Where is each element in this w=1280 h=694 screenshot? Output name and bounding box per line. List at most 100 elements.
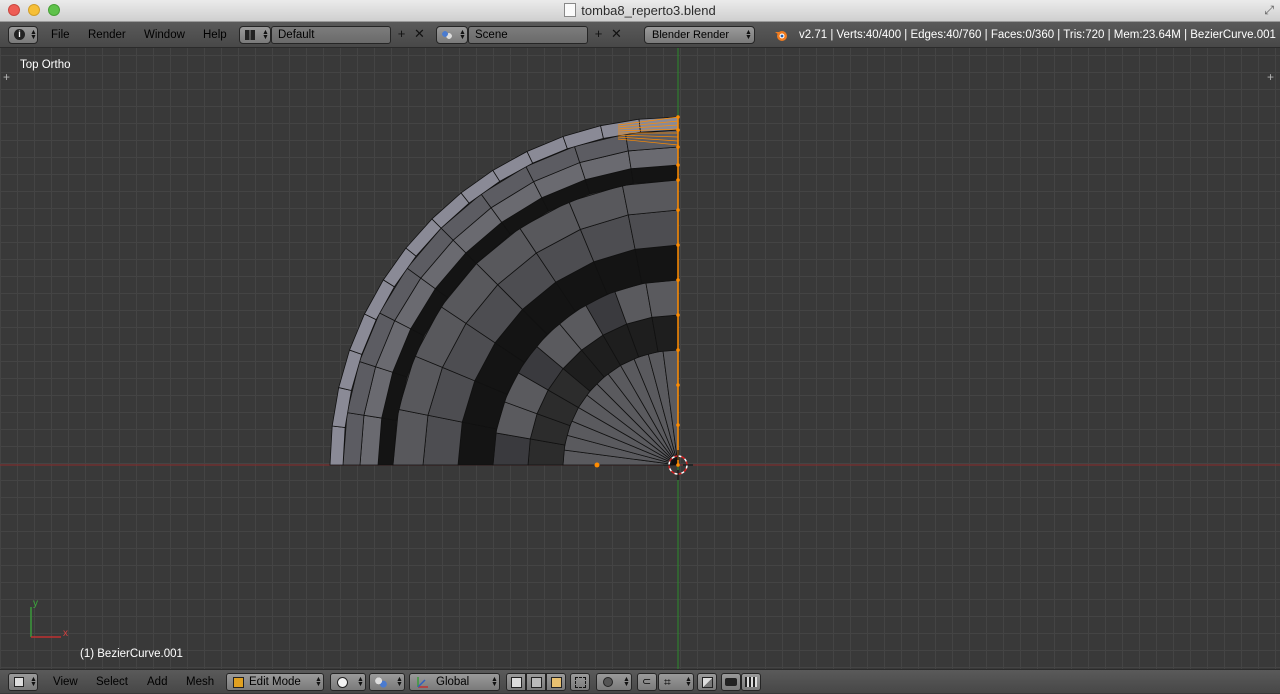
viewport-shading-dropdown[interactable]: ▲ ▼ [330, 673, 366, 691]
selected-vertex [676, 128, 680, 132]
cube-view-icon [14, 677, 24, 687]
snap-increment-icon: ⌗ [664, 675, 671, 689]
solid-shading-icon [337, 677, 348, 688]
active-object-label: (1) BezierCurve.001 [80, 648, 183, 660]
overlay-button[interactable] [697, 673, 717, 691]
render-opengl-animation-button[interactable] [741, 673, 761, 691]
blender-logo-icon [774, 28, 788, 42]
mesh-face [329, 425, 346, 466]
overlay-icon [702, 677, 713, 688]
chevron-updown-icon: ▲ ▼ [623, 676, 630, 688]
chevron-updown-icon: ▲ ▼ [30, 29, 37, 41]
menu-add[interactable]: Add [147, 676, 167, 688]
edge-select-icon [531, 677, 542, 688]
edit-mode-icon [233, 677, 244, 688]
delete-scene-icon[interactable]: ✕ [609, 27, 624, 42]
face-select-icon [551, 677, 562, 688]
menu-select[interactable]: Select [96, 676, 128, 688]
render-engine-dropdown[interactable]: Blender Render ▲ ▼ [644, 26, 755, 44]
chevron-updown-icon: ▲ ▼ [30, 676, 37, 688]
snap-element-dropdown[interactable]: ⌗ ▲ ▼ [658, 673, 694, 691]
axis-y-label: y [33, 598, 38, 609]
info-header: i ▲ ▼ File Render Window Help ▲ ▼ Default … [0, 22, 1280, 48]
axis-gizmo-icon: y x [30, 598, 68, 639]
axis-x-label: x [63, 628, 68, 639]
chevron-updown-icon: ▲ ▼ [459, 29, 466, 41]
scene-statistics: v2.71 | Verts:40/400 | Edges:40/760 | Fa… [799, 29, 1276, 41]
selected-vertex [676, 178, 680, 182]
3d-view-header: ▲ ▼ View Select Add Mesh Edit Mode ▲ ▼ ▲ ▼ … [0, 669, 1280, 693]
mesh-face [621, 179, 679, 216]
chevron-updown-icon: ▲ ▼ [357, 676, 364, 688]
manipulator-icon [416, 676, 429, 689]
proportional-editing-dropdown[interactable]: ▲ ▼ [596, 673, 632, 691]
chevron-updown-icon: ▲ ▼ [315, 676, 322, 688]
selected-vertex [676, 115, 680, 119]
mesh-face [627, 209, 679, 250]
screen-layout-browse-button[interactable]: ▲ ▼ [239, 26, 271, 44]
render-engine-label: Blender Render [652, 29, 730, 41]
selected-vertex [676, 423, 680, 427]
menu-window[interactable]: Window [144, 28, 185, 42]
mesh-face [457, 421, 497, 466]
menu-view[interactable]: View [53, 676, 78, 688]
add-screen-icon[interactable]: + [394, 27, 409, 42]
chevron-updown-icon: ▲ ▼ [491, 676, 498, 688]
mesh-face [634, 244, 679, 284]
selected-vertex [594, 462, 600, 468]
edge-select-button[interactable] [526, 673, 546, 691]
menu-help[interactable]: Help [203, 28, 227, 42]
scene-field[interactable]: Scene [468, 26, 588, 44]
screen-layout-field[interactable]: Default [271, 26, 391, 44]
chevron-updown-icon: ▲ ▼ [396, 676, 403, 688]
fullscreen-icon[interactable]: ⤢ [1264, 3, 1274, 18]
clapperboard-icon [745, 677, 757, 687]
selected-vertex [676, 313, 680, 317]
scene-icon [442, 30, 452, 40]
face-select-button[interactable] [546, 673, 566, 691]
camera-icon [725, 678, 737, 686]
add-scene-icon[interactable]: + [591, 27, 606, 42]
3d-viewport[interactable]: Top Ortho + + y x (1) BezierCurve.001 [0, 48, 1280, 669]
render-opengl-image-button[interactable] [721, 673, 741, 691]
magnet-icon: ⊂ [642, 676, 652, 688]
mesh-face [645, 279, 679, 318]
menu-file[interactable]: File [51, 28, 70, 42]
pivot-point-icon [375, 677, 387, 688]
selected-vertex [676, 348, 680, 352]
proportional-editing-icon [603, 677, 613, 687]
snap-toggle-button[interactable]: ⊂ [637, 673, 657, 691]
menu-mesh[interactable]: Mesh [186, 676, 214, 688]
mesh-face [392, 408, 429, 466]
window-title-bar: tomba8_reperto3.blend ⤢ [0, 0, 1280, 22]
limit-selection-button[interactable] [570, 673, 590, 691]
selected-vertex [676, 243, 680, 247]
viewport-canvas[interactable]: y x [0, 48, 1280, 669]
vertex-select-icon [511, 677, 522, 688]
selected-vertex [676, 145, 680, 149]
menu-render[interactable]: Render [88, 28, 126, 42]
chevron-updown-icon: ▲ ▼ [262, 29, 269, 41]
editor-type-button[interactable]: i ▲ ▼ [8, 26, 38, 44]
window-title: tomba8_reperto3.blend [581, 3, 716, 18]
limit-selection-icon [575, 677, 586, 688]
bezier-curve-mesh [329, 115, 680, 468]
interaction-mode-dropdown[interactable]: Edit Mode ▲ ▼ [226, 673, 324, 691]
chevron-updown-icon: ▲ ▼ [745, 29, 752, 41]
orientation-label: Global [436, 676, 470, 688]
vertex-select-button[interactable] [506, 673, 526, 691]
editor-type-button[interactable]: ▲ ▼ [8, 673, 38, 691]
document-icon [564, 3, 577, 17]
layout-grid-icon [245, 30, 255, 40]
transform-orientation-dropdown[interactable]: Global ▲ ▼ [409, 673, 500, 691]
chevron-updown-icon: ▲ ▼ [685, 676, 692, 688]
selected-vertex [676, 463, 680, 467]
selected-vertex [676, 208, 680, 212]
selected-vertex [676, 383, 680, 387]
selected-vertex [676, 278, 680, 282]
mode-label: Edit Mode [249, 676, 301, 688]
delete-screen-icon[interactable]: ✕ [412, 27, 427, 42]
mesh-face [422, 414, 463, 466]
pivot-point-dropdown[interactable]: ▲ ▼ [369, 673, 405, 691]
scene-browse-button[interactable]: ▲ ▼ [436, 26, 468, 44]
